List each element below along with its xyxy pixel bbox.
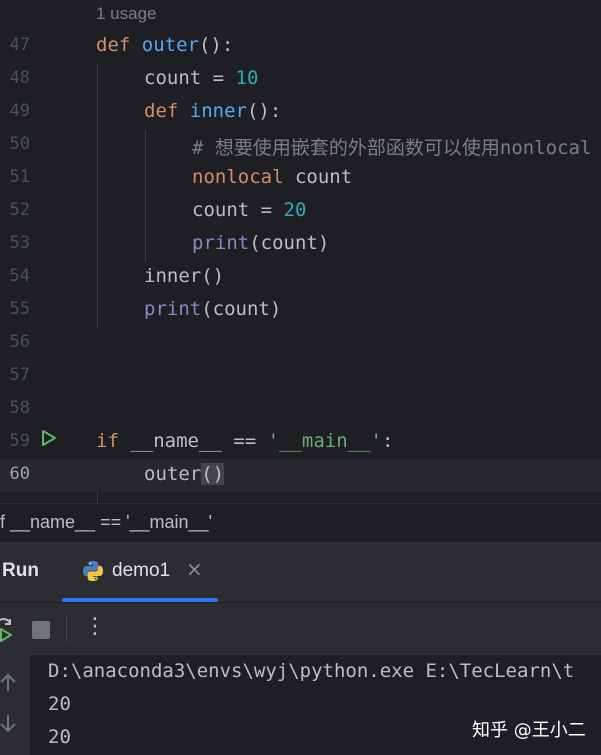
ide-window: 1 usage 47 def outer(): 48 count = 10 49… [0,0,601,755]
arrow-up-icon[interactable] [0,673,18,693]
line-number: 57 [9,365,30,385]
run-toolbar: ⋮ [0,603,601,655]
code-text: inner() [144,265,225,287]
code-line: 48 count = 10 [0,63,601,96]
toolbar-separator [66,616,67,642]
code-line: 58 [0,393,601,426]
code-line: 51 nonlocal count [0,162,601,195]
stop-icon[interactable] [32,621,50,639]
code-line: 59 if __name__ == '__main__': [0,426,601,459]
line-number: 52 [9,200,30,220]
code-text: outer() [144,463,225,485]
code-line: 52 count = 20 [0,195,601,228]
tab-demo1[interactable]: demo1 × [62,542,218,602]
code-text: print(count) [144,298,282,320]
code-editor[interactable]: 1 usage 47 def outer(): 48 count = 10 49… [0,0,601,503]
tool-window-title: Run [2,560,39,581]
arrow-down-icon[interactable] [0,713,18,733]
tab-label: demo1 [112,560,171,581]
console-output-line: 20 [48,726,71,748]
code-text: print(count) [192,232,330,254]
breadcrumb-item[interactable]: if __name__ == '__main__' [0,512,212,533]
rerun-icon[interactable] [0,616,16,642]
code-text: count = 20 [192,199,307,221]
console-output-line: D:\anaconda3\envs\wyj\python.exe E:\TecL… [48,660,575,682]
line-number: 59 [9,431,30,451]
line-number: 51 [9,167,30,187]
run-gutter-icon[interactable] [40,429,58,447]
code-text: count = 10 [144,67,259,89]
usage-hint[interactable]: 1 usage [96,4,157,24]
active-tab-indicator [62,598,218,602]
line-number: 60 [9,464,30,484]
code-text: nonlocal count [192,166,353,188]
line-number: 47 [9,35,30,55]
breadcrumb[interactable]: if __name__ == '__main__' [0,503,601,543]
more-options-icon[interactable]: ⋮ [84,614,106,644]
line-number: 58 [9,398,30,418]
code-line: 50 # 想要使用嵌套的外部函数可以使用nonlocal [0,129,601,162]
code-text: def inner(): [144,100,282,122]
code-text: def outer(): [96,34,234,56]
line-number: 55 [9,299,30,319]
code-line: 56 [0,327,601,360]
current-code-line: 60 outer() [0,459,601,492]
code-line: 53 print(count) [0,228,601,261]
line-number: 54 [9,266,30,286]
code-line: 47 def outer(): [0,30,601,63]
console-sidebar [0,655,30,755]
line-number: 50 [9,134,30,154]
run-tool-window-header: Run demo1 × [0,542,601,603]
line-number: 53 [9,233,30,253]
code-line: 57 [0,360,601,393]
python-icon [83,561,103,581]
code-line: 55 print(count) [0,294,601,327]
console-output-line: 20 [48,693,71,715]
line-number: 49 [9,101,30,121]
code-comment: # 想要使用嵌套的外部函数可以使用nonlocal [192,137,592,159]
line-number: 56 [9,332,30,352]
zhihu-watermark: 知乎 @王小二 [472,720,586,741]
code-line: 49 def inner(): [0,96,601,129]
line-number: 48 [9,68,30,88]
code-text: if __name__ == '__main__': [96,430,394,452]
close-tab-icon[interactable]: × [186,557,203,581]
code-line: 54 inner() [0,261,601,294]
